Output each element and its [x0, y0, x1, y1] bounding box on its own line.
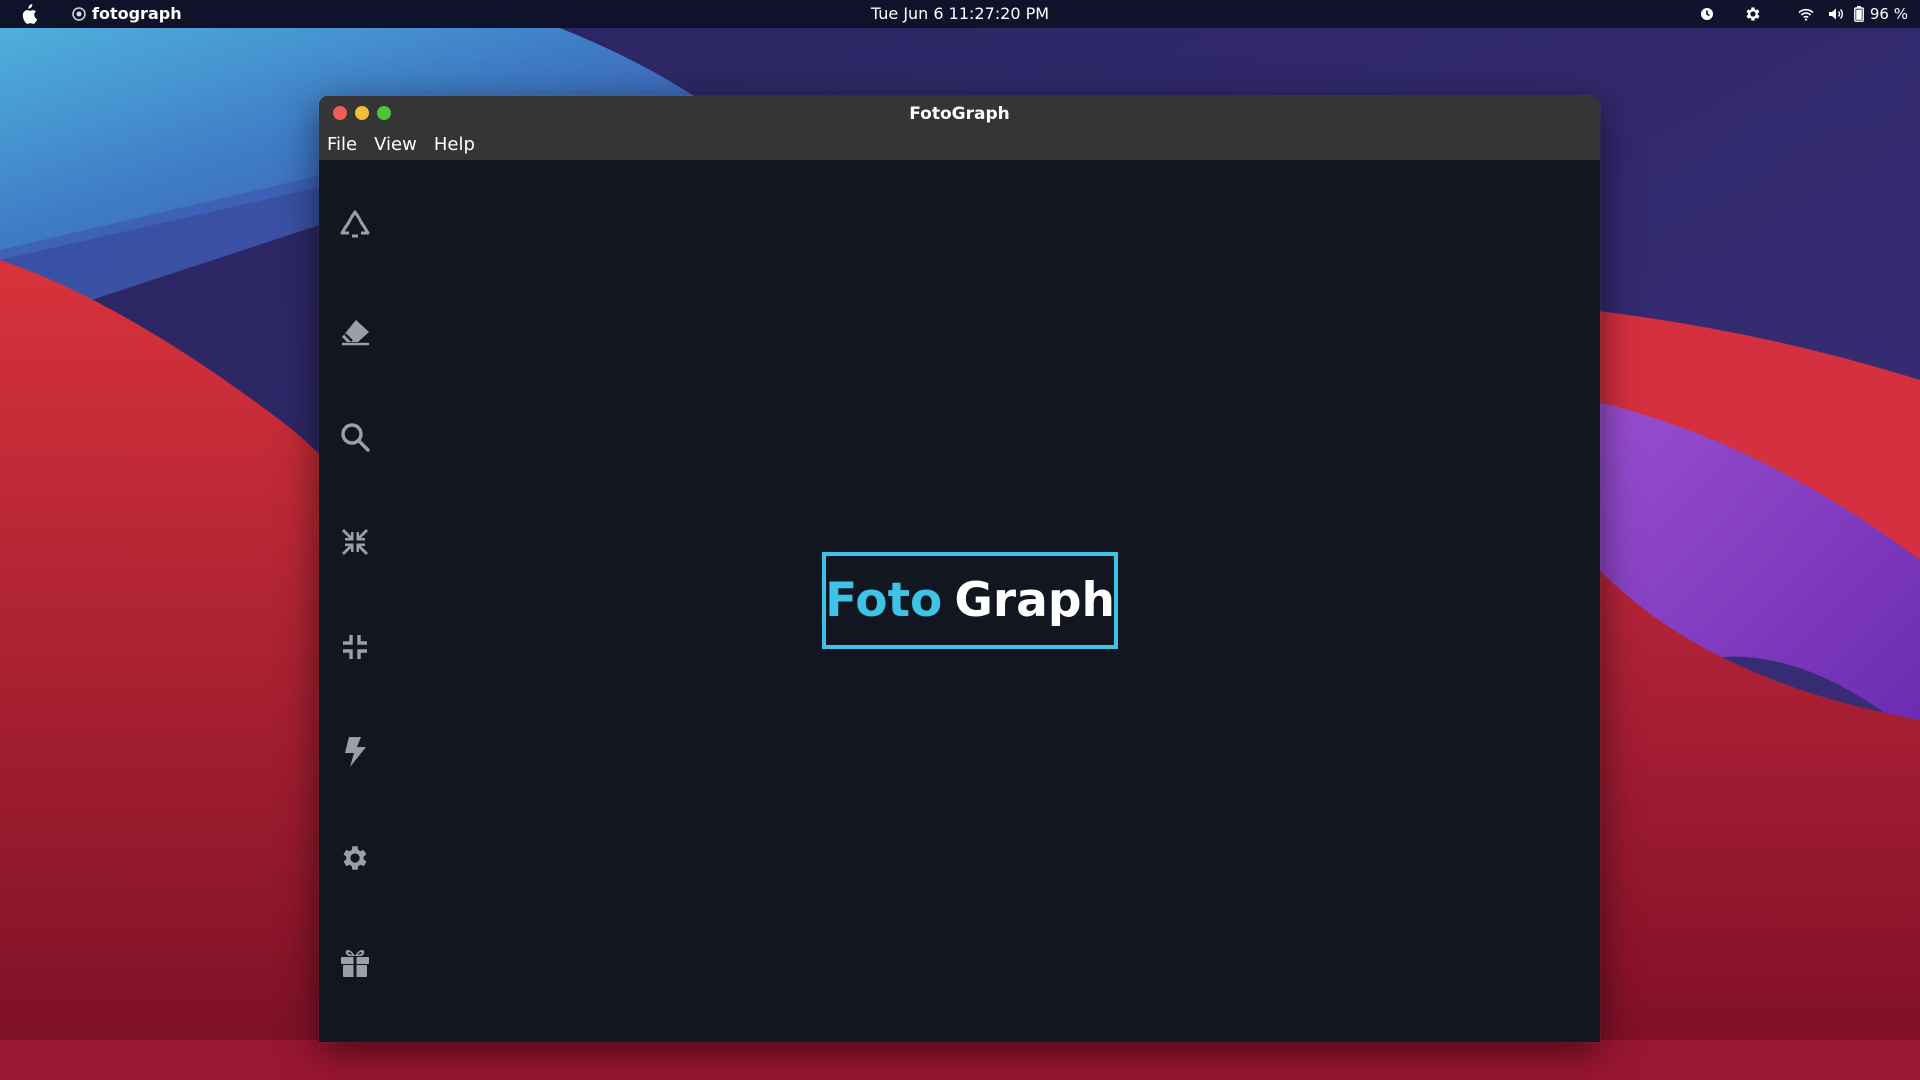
logo-foto-text: Foto — [825, 573, 943, 628]
gear-icon[interactable] — [337, 840, 373, 876]
eraser-icon[interactable] — [337, 314, 373, 350]
tool-sidebar — [319, 160, 391, 1042]
wifi-icon[interactable] — [1798, 8, 1814, 21]
battery-icon[interactable] — [1853, 6, 1864, 22]
clock-icon[interactable] — [1700, 7, 1714, 21]
active-app-menu[interactable]: fotograph — [72, 4, 182, 23]
logo-graph-text: Graph — [954, 573, 1115, 628]
menu-view[interactable]: View — [374, 134, 417, 155]
menu-help[interactable]: Help — [434, 134, 475, 155]
search-icon[interactable] — [337, 419, 373, 455]
apple-icon[interactable] — [19, 4, 38, 24]
app-icon — [72, 6, 86, 21]
menu-file[interactable]: File — [327, 134, 357, 155]
minimize-icon[interactable] — [337, 629, 373, 665]
recycle-icon[interactable] — [337, 208, 373, 244]
active-app-name: fotograph — [92, 4, 182, 23]
compress-arrows-icon[interactable] — [337, 524, 373, 560]
settings-icon[interactable] — [1744, 5, 1762, 23]
window-title: FotoGraph — [909, 104, 1010, 124]
app-window: FotoGraph File View Help Foto Graph — [319, 96, 1600, 1042]
app-menubar: File View Help — [327, 134, 492, 155]
bolt-icon[interactable] — [337, 734, 373, 770]
gift-icon[interactable] — [337, 945, 373, 981]
system-menubar: fotograph Tue Jun 6 11:27:20 PM 96 % — [0, 0, 1920, 28]
app-logo: Foto Graph — [822, 552, 1118, 649]
clock-text[interactable]: Tue Jun 6 11:27:20 PM — [871, 4, 1049, 23]
status-tray: 96 % — [1686, 3, 1908, 25]
window-titlebar[interactable]: FotoGraph File View Help — [319, 96, 1600, 160]
volume-icon[interactable] — [1828, 7, 1844, 21]
battery-percentage: 96 % — [1869, 5, 1908, 23]
main-content: Foto Graph — [319, 160, 1600, 1042]
